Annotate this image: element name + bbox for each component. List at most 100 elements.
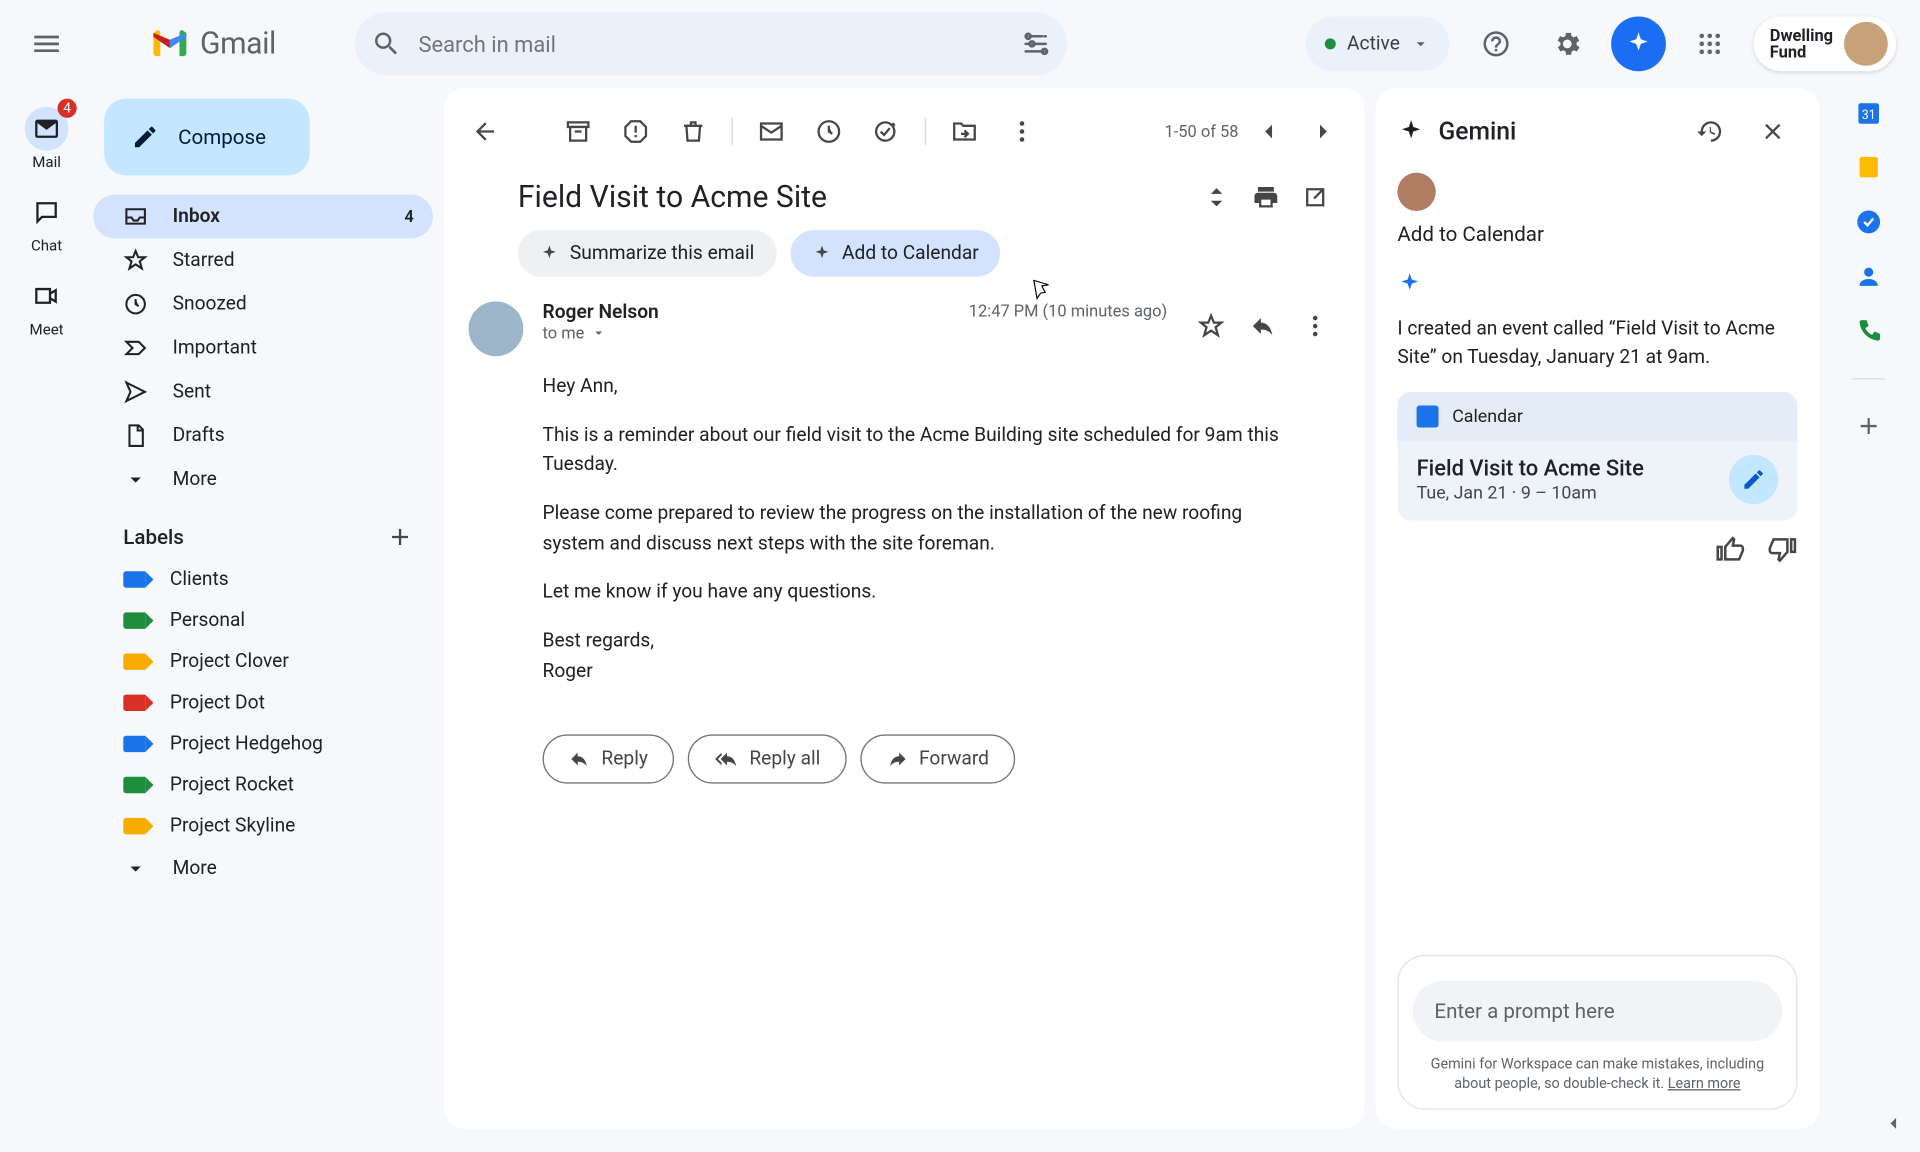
expand-collapse-button[interactable] bbox=[1192, 173, 1241, 222]
label-project-skyline[interactable]: Project Skyline bbox=[93, 806, 433, 847]
calendar-event-card[interactable]: Calendar Field Visit to Acme Site Tue, J… bbox=[1397, 392, 1797, 521]
history-button[interactable] bbox=[1685, 107, 1734, 156]
inbox-icon bbox=[123, 204, 148, 229]
rail-mail[interactable]: 4 Mail bbox=[25, 107, 69, 171]
rail-meet[interactable]: Meet bbox=[25, 274, 69, 338]
compose-button[interactable]: Compose bbox=[104, 99, 310, 176]
thumbs-up-button[interactable] bbox=[1715, 534, 1745, 570]
spam-button[interactable] bbox=[611, 107, 660, 156]
org-switcher[interactable]: Dwelling Fund bbox=[1753, 16, 1896, 71]
prev-page-button[interactable] bbox=[1244, 107, 1293, 156]
apps-button[interactable] bbox=[1682, 16, 1737, 71]
settings-button[interactable] bbox=[1540, 16, 1595, 71]
chevron-down-icon bbox=[590, 325, 606, 341]
tasks-sidebar-button[interactable] bbox=[1855, 208, 1882, 235]
event-time: Tue, Jan 21 · 9 – 10am bbox=[1417, 484, 1716, 505]
label-project-hedgehog[interactable]: Project Hedgehog bbox=[93, 723, 433, 764]
email-body: Hey Ann, This is a reminder about our fi… bbox=[444, 367, 1365, 733]
chevron-down-icon bbox=[1411, 34, 1430, 53]
calendar-sidebar-button[interactable]: 31 bbox=[1855, 99, 1882, 126]
snooze-button[interactable] bbox=[804, 107, 853, 156]
contacts-sidebar-button[interactable] bbox=[1855, 263, 1882, 290]
labels-more[interactable]: More bbox=[93, 847, 433, 891]
mail-badge: 4 bbox=[58, 99, 77, 118]
status-chip[interactable]: Active bbox=[1306, 16, 1449, 71]
print-button[interactable] bbox=[1241, 173, 1290, 222]
folder-starred[interactable]: Starred bbox=[93, 238, 433, 282]
folder-important[interactable]: Important bbox=[93, 326, 433, 370]
label-tag-icon bbox=[123, 777, 145, 793]
add-to-calendar-chip[interactable]: Add to Calendar bbox=[790, 230, 1001, 277]
gemini-prompt-input[interactable]: Enter a prompt here bbox=[1412, 980, 1782, 1040]
keep-sidebar-button[interactable] bbox=[1855, 153, 1882, 180]
gmail-logo[interactable]: Gmail bbox=[151, 27, 276, 61]
label-tag-icon bbox=[123, 736, 145, 752]
pencil-icon bbox=[132, 123, 159, 150]
archive-button[interactable] bbox=[553, 107, 602, 156]
label-tag-icon bbox=[123, 653, 145, 669]
close-button[interactable] bbox=[1748, 107, 1797, 156]
gemini-section-title: Add to Calendar bbox=[1397, 222, 1797, 247]
label-project-clover[interactable]: Project Clover bbox=[93, 641, 433, 682]
delete-button[interactable] bbox=[669, 107, 718, 156]
sent-icon bbox=[123, 379, 148, 404]
folder-inbox[interactable]: Inbox4 bbox=[93, 195, 433, 239]
gmail-icon bbox=[151, 29, 189, 59]
reply-button[interactable]: Reply bbox=[543, 734, 674, 783]
edit-event-button[interactable] bbox=[1729, 455, 1778, 504]
label-tag-icon bbox=[123, 695, 145, 711]
forward-button[interactable]: Forward bbox=[860, 734, 1015, 783]
add-addon-button[interactable] bbox=[1855, 412, 1882, 439]
thumbs-down-button[interactable] bbox=[1767, 534, 1797, 570]
recipient-line[interactable]: to me bbox=[543, 323, 950, 342]
gemini-response: I created an event called “Field Visit t… bbox=[1397, 315, 1797, 373]
add-label-button[interactable] bbox=[386, 523, 413, 550]
gemini-spark-icon bbox=[1397, 271, 1797, 301]
side-panel-toggle[interactable] bbox=[1882, 1112, 1904, 1139]
summarize-chip[interactable]: Summarize this email bbox=[518, 230, 776, 277]
mark-unread-button[interactable] bbox=[747, 107, 796, 156]
sender-avatar[interactable] bbox=[469, 301, 524, 356]
mouse-cursor bbox=[1030, 277, 1055, 304]
label-tag-icon bbox=[123, 571, 145, 587]
reply-all-button[interactable]: Reply all bbox=[688, 734, 847, 783]
status-dot-icon bbox=[1325, 38, 1336, 49]
voice-sidebar-button[interactable] bbox=[1855, 318, 1882, 345]
gemini-icon bbox=[1397, 118, 1424, 145]
star-button[interactable] bbox=[1186, 301, 1235, 350]
learn-more-link[interactable]: Learn more bbox=[1668, 1075, 1741, 1093]
chevron-down-icon bbox=[123, 856, 148, 881]
open-new-window-button[interactable] bbox=[1291, 173, 1340, 222]
reply-icon-button[interactable] bbox=[1238, 301, 1287, 350]
folder-drafts[interactable]: Drafts bbox=[93, 414, 433, 458]
back-button[interactable] bbox=[460, 107, 509, 156]
more-button[interactable] bbox=[997, 107, 1046, 156]
move-button[interactable] bbox=[940, 107, 989, 156]
user-avatar[interactable] bbox=[1844, 22, 1888, 66]
message-more-button[interactable] bbox=[1291, 301, 1340, 350]
folder-snoozed[interactable]: Snoozed bbox=[93, 282, 433, 326]
gemini-button[interactable] bbox=[1611, 16, 1666, 71]
search-options-icon[interactable] bbox=[1021, 29, 1051, 59]
add-task-button[interactable] bbox=[862, 107, 911, 156]
status-label: Active bbox=[1347, 33, 1400, 55]
labels-header: Labels bbox=[123, 525, 184, 550]
label-project-rocket[interactable]: Project Rocket bbox=[93, 764, 433, 805]
compose-label: Compose bbox=[178, 125, 266, 150]
label-project-dot[interactable]: Project Dot bbox=[93, 682, 433, 723]
label-personal[interactable]: Personal bbox=[93, 600, 433, 641]
folder-sent[interactable]: Sent bbox=[93, 370, 433, 414]
event-title: Field Visit to Acme Site bbox=[1417, 455, 1716, 481]
label-tag-icon bbox=[123, 612, 145, 628]
label-clients[interactable]: Clients bbox=[93, 559, 433, 600]
org-name: Dwelling Fund bbox=[1770, 27, 1833, 60]
search-bar[interactable] bbox=[355, 12, 1067, 75]
spark-icon bbox=[812, 244, 831, 263]
snoozed-icon bbox=[123, 292, 148, 317]
folder-more[interactable]: More bbox=[93, 458, 433, 502]
help-button[interactable] bbox=[1468, 16, 1523, 71]
next-page-button[interactable] bbox=[1299, 107, 1348, 156]
gemini-disclaimer: Gemini for Workspace can make mistakes, … bbox=[1412, 1054, 1782, 1094]
rail-chat[interactable]: Chat bbox=[25, 190, 69, 254]
search-input[interactable] bbox=[418, 31, 1004, 57]
